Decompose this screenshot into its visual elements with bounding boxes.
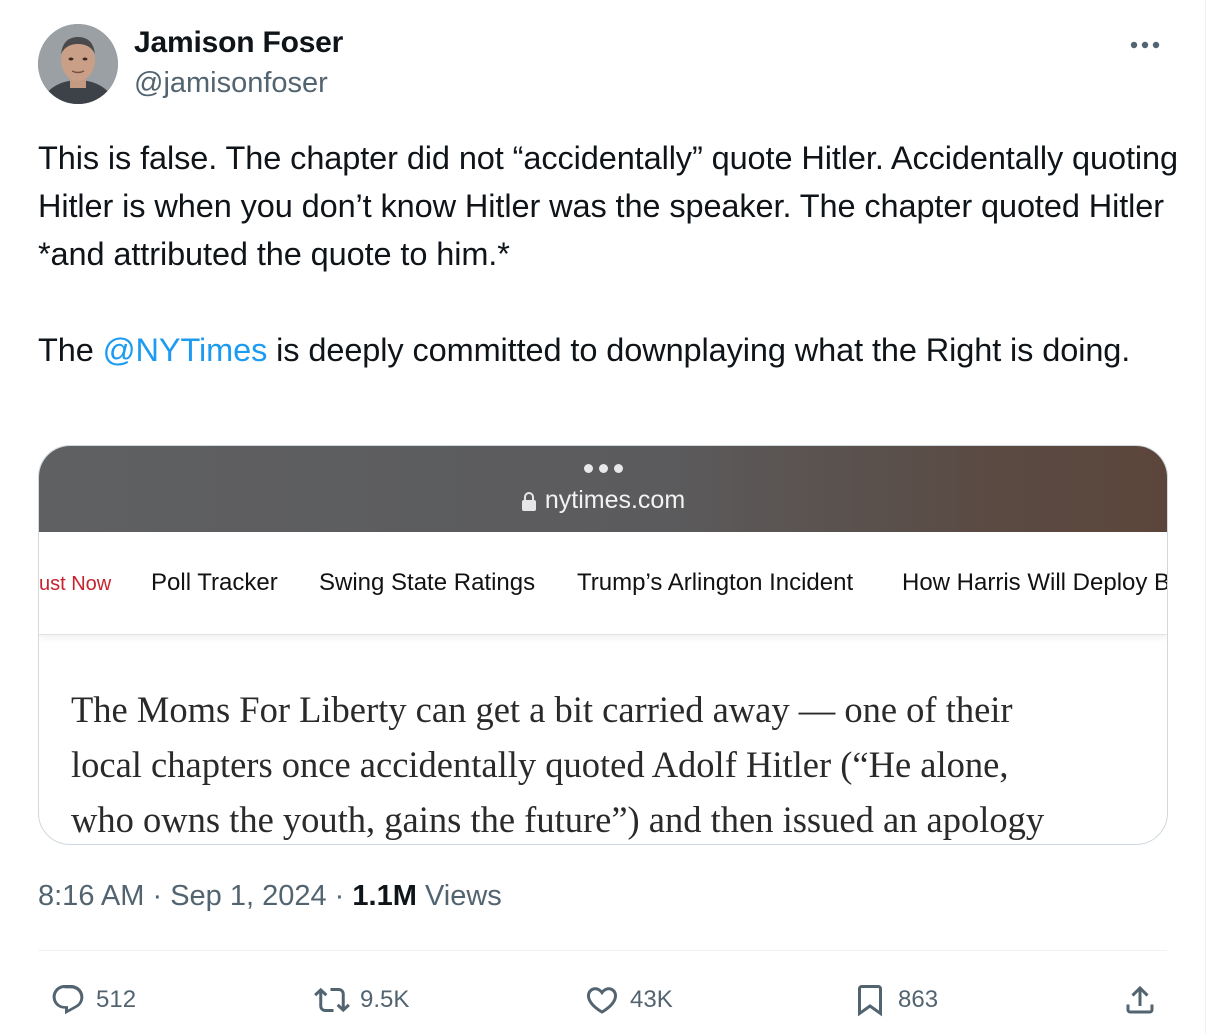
author-name[interactable]: Jamison Foser <box>134 26 343 60</box>
tweet-paragraph: This is false. The chapter did not “acci… <box>38 140 1178 272</box>
mention-link[interactable]: @NYTimes <box>103 332 268 368</box>
article-line: who owns the youth, gains the future”) a… <box>71 799 1045 840</box>
timestamp-date[interactable]: Sep 1, 2024 <box>170 880 326 912</box>
nyt-nav: ust Now Poll Tracker Swing State Ratings… <box>39 532 1167 635</box>
url-text: nytimes.com <box>544 486 686 514</box>
reply-button[interactable]: 512 <box>50 980 136 1020</box>
more-options-button[interactable] <box>1125 30 1165 60</box>
views-label: Views <box>424 880 502 912</box>
tweet-paragraph: The @NYTimes is deeply committed to down… <box>38 326 1178 374</box>
tweet: Jamison Foser @jamisonfoser This is fals… <box>0 0 1206 1034</box>
repost-button[interactable]: 9.5K <box>314 980 409 1020</box>
article-excerpt: The Moms For Liberty can get a bit carri… <box>71 682 1161 844</box>
tweet-meta: 8:16 AM · Sep 1, 2024 · 1.1M Views <box>38 880 502 913</box>
bookmark-icon <box>858 985 882 1017</box>
reply-icon <box>52 985 84 1015</box>
timestamp-time[interactable]: 8:16 AM <box>38 880 144 912</box>
nav-live-label: ust Now <box>39 573 112 595</box>
more-icon <box>1130 41 1160 49</box>
lock-icon <box>521 492 536 511</box>
article-line: The Moms For Liberty can get a bit carri… <box>71 689 1013 730</box>
browser-bar: nytimes.com <box>39 446 1167 532</box>
bookmark-button[interactable]: 863 <box>852 980 938 1020</box>
nav-item: Trump’s Arlington Incident <box>577 569 854 596</box>
meta-separator: · <box>144 880 171 912</box>
author-handle[interactable]: @jamisonfoser <box>134 67 328 100</box>
share-icon <box>1126 985 1154 1014</box>
nav-item: Poll Tracker <box>151 569 278 596</box>
browser-dots <box>39 460 1167 478</box>
views-count: 1.1M <box>352 880 417 912</box>
article-line: local chapters once accidentally quoted … <box>71 744 1009 785</box>
attached-screenshot[interactable]: nytimes.com ust Now Poll Tracker Swing S… <box>38 445 1168 845</box>
repost-icon <box>314 987 350 1013</box>
bookmark-count: 863 <box>898 986 939 1013</box>
tweet-text-segment: The <box>38 332 103 368</box>
like-count: 43K <box>630 986 673 1013</box>
nav-item: Swing State Ratings <box>319 569 536 596</box>
like-icon <box>586 987 618 1014</box>
tweet-text: This is false. The chapter did not “acci… <box>38 134 1178 374</box>
share-button[interactable] <box>1122 980 1168 1020</box>
meta-separator: · <box>326 880 353 912</box>
reply-count: 512 <box>96 986 137 1013</box>
like-button[interactable]: 43K <box>584 980 673 1020</box>
divider <box>38 950 1167 951</box>
repost-count: 9.5K <box>360 986 410 1013</box>
avatar[interactable] <box>38 24 118 104</box>
url-bar: nytimes.com <box>39 486 1167 515</box>
nav-item: How Harris Will Deploy B <box>902 569 1168 596</box>
tweet-text-segment: is deeply committed to downplaying what … <box>267 332 1131 368</box>
